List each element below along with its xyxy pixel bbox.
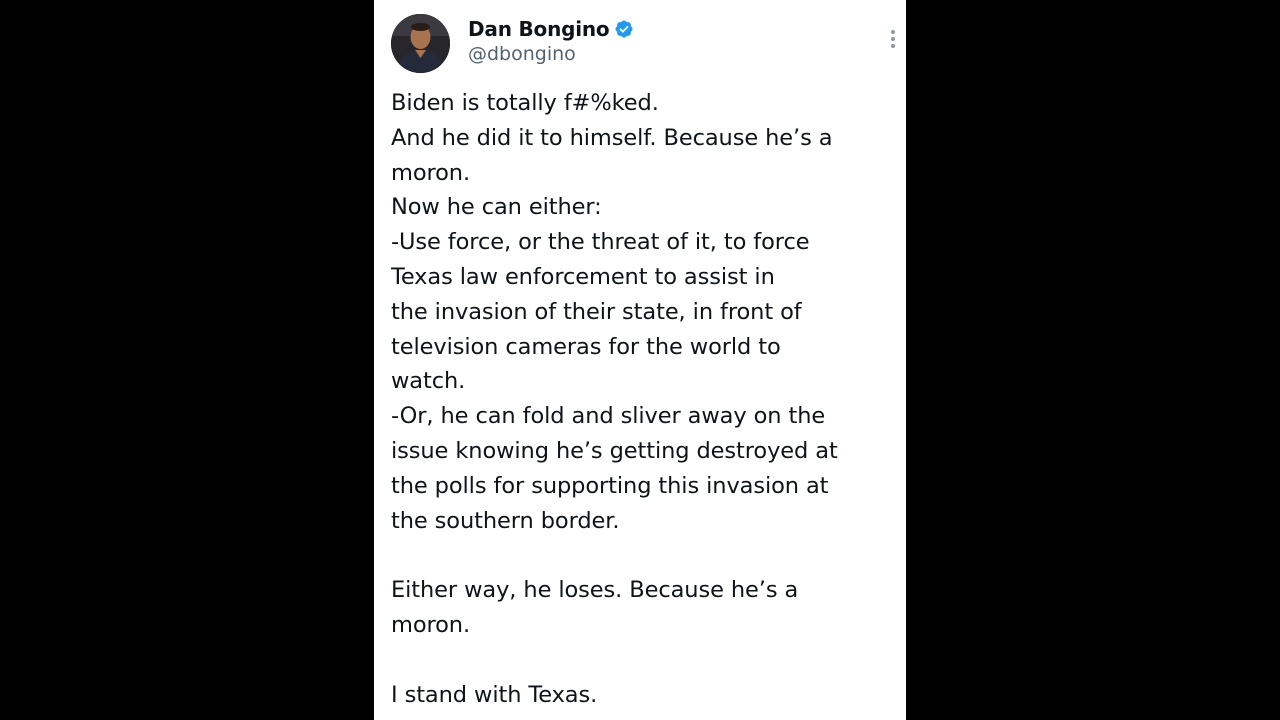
tweet-text-line: television cameras for the world to [391,333,781,360]
tweet-text-line: And he did it to himself. Because he’s a [391,124,833,151]
tweet-text-line: the invasion of their state, in front of [391,298,802,325]
tweet-text-line: the southern border. [391,507,620,534]
tweet-text-line: watch. [391,368,466,395]
tweet-text-line: Now he can either: [391,194,602,221]
tweet-text-line [391,643,891,678]
tweet-text-line: Either way, he loses. Because he’s a [391,577,799,604]
tweet-text-line: -Use force, or the threat of it, to forc… [391,229,810,256]
tweet-text-line: issue knowing he’s getting destroyed at [391,437,838,464]
avatar[interactable] [391,14,450,73]
tweet-text-line: I stand with Texas. [391,681,598,708]
tweet-card: Dan Bongino @dbongino Biden is totally f… [374,0,906,720]
author-handle[interactable]: @dbongino [468,43,576,65]
avatar-image [391,14,450,73]
video-frame: Dan Bongino @dbongino Biden is totally f… [0,0,1280,720]
tweet-text-line: moron. [391,611,471,638]
tweet-header: Dan Bongino @dbongino [391,14,895,74]
author-name-row: Dan Bongino [468,16,634,42]
tweet-text-line [391,538,891,573]
tweet-text-line: moron. [391,159,471,186]
tweet-text-line: Texas law enforcement to assist in [391,263,775,290]
more-vertical-icon[interactable] [881,27,905,51]
tweet-text-line: the polls for supporting this invasion a… [391,472,829,499]
author-display-name[interactable]: Dan Bongino [468,17,610,41]
tweet-text-line: Biden is totally f#%ked. [391,90,659,116]
tweet-text-line: -Or, he can fold and sliver away on the [391,403,826,430]
verified-badge-icon [615,20,634,38]
tweet-text: Biden is totally f#%ked. And he did it t… [391,86,891,712]
